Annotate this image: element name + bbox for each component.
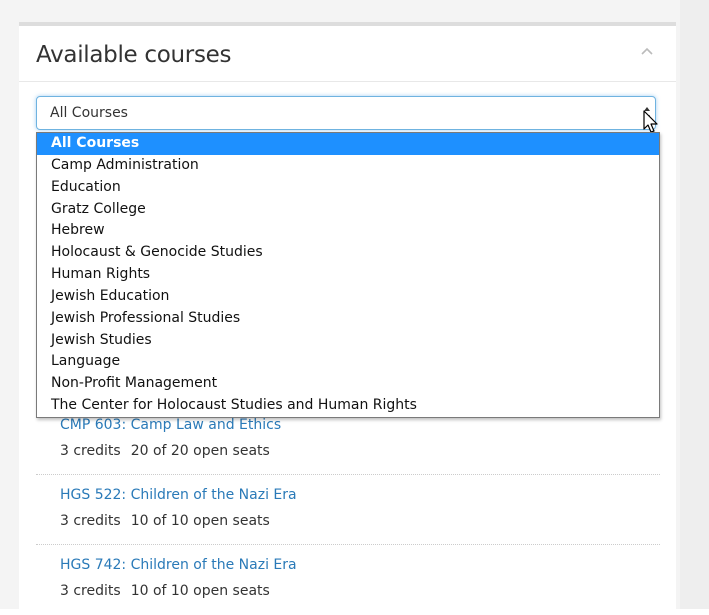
dropdown-option[interactable]: Non-Profit Management <box>37 373 659 395</box>
course-category-dropdown: All Courses Camp Administration Educatio… <box>36 132 660 418</box>
right-gutter <box>680 0 709 609</box>
course-seats: 10 of 10 open seats <box>130 513 270 529</box>
dropdown-option[interactable]: Camp Administration <box>37 155 659 177</box>
course-link[interactable]: CMP 603: Camp Law and Ethics <box>60 417 281 433</box>
dropdown-option[interactable]: The Center for Holocaust Studies and Hum… <box>37 395 659 417</box>
course-link[interactable]: HGS 522: Children of the Nazi Era <box>60 487 297 503</box>
course-meta: 3 credits 20 of 20 open seats <box>60 443 270 459</box>
dropdown-option[interactable]: Human Rights <box>37 264 659 286</box>
course-meta: 3 credits 10 of 10 open seats <box>60 513 270 529</box>
panel-header: Available courses <box>19 26 676 82</box>
course-list: CMP 603: Camp Law and Ethics 3 credits 20… <box>36 405 660 615</box>
dropdown-option[interactable]: Language <box>37 351 659 373</box>
course-credits: 3 credits <box>60 513 121 529</box>
dropdown-option[interactable]: Jewish Studies <box>37 330 659 352</box>
dropdown-option[interactable]: Holocaust & Genocide Studies <box>37 242 659 264</box>
course-credits: 3 credits <box>60 443 121 459</box>
select-value: All Courses <box>50 105 128 121</box>
dropdown-option[interactable]: Gratz College <box>37 199 659 221</box>
mouse-cursor-icon <box>643 110 658 133</box>
course-meta: 3 credits 10 of 10 open seats <box>60 583 270 599</box>
course-seats: 20 of 20 open seats <box>130 443 270 459</box>
panel-title: Available courses <box>36 42 232 68</box>
course-seats: 10 of 10 open seats <box>130 583 270 599</box>
dropdown-option[interactable]: Hebrew <box>37 220 659 242</box>
chevron-up-icon[interactable] <box>640 46 654 56</box>
course-link[interactable]: HGS 742: Children of the Nazi Era <box>60 557 297 573</box>
course-category-select[interactable]: All Courses <box>36 96 656 130</box>
dropdown-option[interactable]: Jewish Education <box>37 286 659 308</box>
dropdown-option[interactable]: Education <box>37 177 659 199</box>
dropdown-option[interactable]: Jewish Professional Studies <box>37 308 659 330</box>
course-item: HGS 522: Children of the Nazi Era 3 cred… <box>36 475 660 545</box>
course-item: HGS 742: Children of the Nazi Era 3 cred… <box>36 545 660 615</box>
dropdown-option[interactable]: All Courses <box>37 133 659 155</box>
course-credits: 3 credits <box>60 583 121 599</box>
